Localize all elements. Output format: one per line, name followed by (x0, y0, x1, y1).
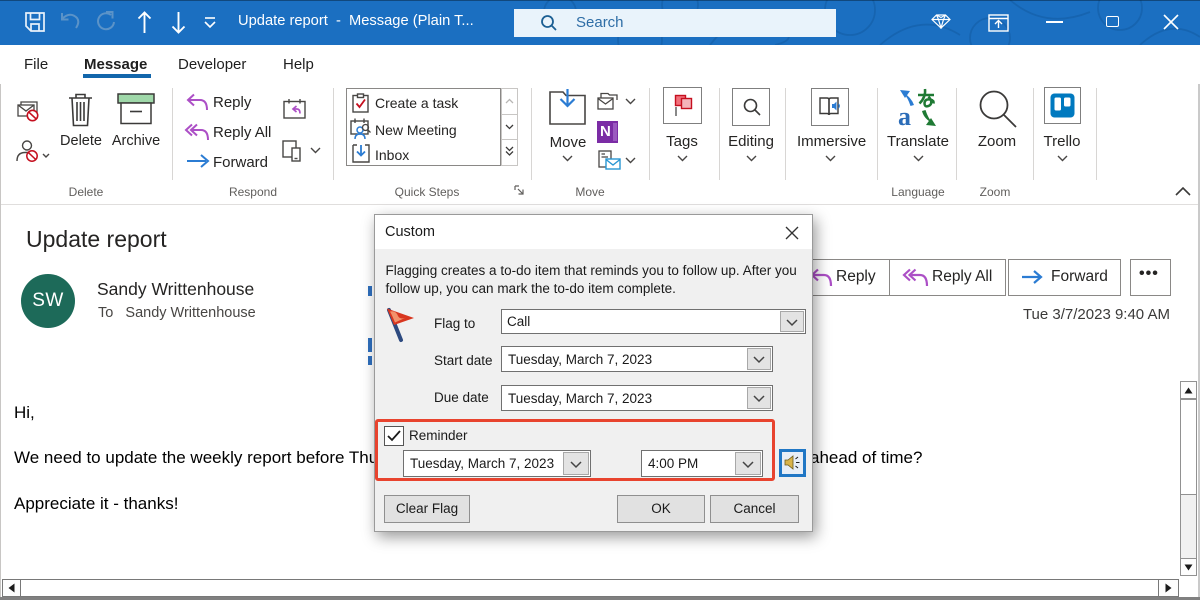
svg-text:a: a (898, 102, 911, 128)
